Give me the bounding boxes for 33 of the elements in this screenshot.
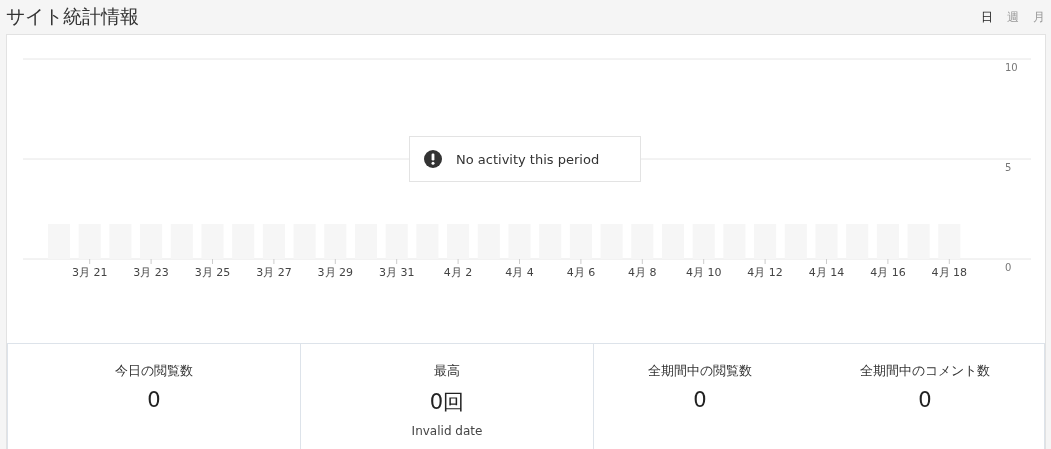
stat-label: 最高	[434, 362, 460, 380]
axis-label: 4月 10	[685, 266, 722, 279]
range-tab[interactable]: 週	[1007, 8, 1019, 26]
axis-label: 4月 18	[931, 266, 968, 279]
axis-label: 5	[1005, 162, 1012, 173]
axis-label: 4月 16	[870, 266, 906, 279]
axis-label: 3月 21	[71, 266, 108, 279]
stat-label: 全期間中の閲覧数	[648, 362, 752, 380]
stat-value: 0	[918, 388, 932, 412]
axis-label: 4月 12	[747, 266, 783, 279]
range-tab[interactable]: 月	[1033, 8, 1045, 26]
axis-label: 4月 14	[808, 266, 845, 279]
widget-title: サイト統計情報	[6, 4, 140, 29]
stat-value: 0	[147, 388, 161, 412]
axis-label: 3月 27	[256, 266, 292, 279]
axis-label: 3月 29	[317, 266, 354, 279]
axis-label: 4月 8	[628, 266, 657, 279]
axis-label: 0	[1005, 262, 1012, 273]
axis-label: 10	[1005, 62, 1018, 73]
stat-label: 全期間中のコメント数	[860, 362, 990, 380]
axis-label: 4月 4	[505, 266, 534, 279]
stat-date: Invalid date	[411, 424, 483, 438]
axis-label: 3月 23	[133, 266, 169, 279]
stat-value: 0	[693, 388, 707, 412]
stat-label: 今日の閲覧数	[115, 362, 193, 380]
axis-label: 3月 25	[194, 266, 231, 279]
alert-icon	[424, 150, 442, 168]
axis-label: 3月 31	[378, 266, 415, 279]
axis-label: 4月 6	[566, 266, 596, 279]
range-tab[interactable]: 日	[981, 8, 993, 26]
stat-value: 0回	[429, 389, 465, 416]
empty-message: No activity this period	[409, 136, 641, 182]
axis-label: 4月 2	[443, 266, 473, 279]
